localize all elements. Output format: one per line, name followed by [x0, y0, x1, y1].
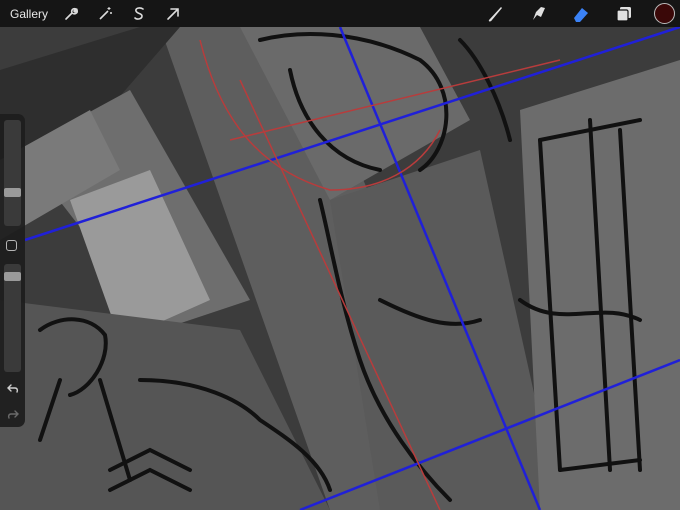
- left-sidebar: [0, 114, 25, 427]
- right-toolbar-group: [482, 0, 680, 27]
- top-toolbar: Gallery: [0, 0, 680, 27]
- smudge-icon[interactable]: [525, 3, 551, 25]
- modify-button[interactable]: [6, 240, 17, 251]
- adjustments-wand-icon[interactable]: [94, 3, 116, 25]
- opacity-slider[interactable]: [4, 264, 21, 372]
- actions-wrench-icon[interactable]: [60, 3, 82, 25]
- brush-size-slider[interactable]: [4, 120, 21, 226]
- undo-icon[interactable]: [4, 380, 21, 397]
- color-swatch[interactable]: [654, 3, 675, 24]
- redo-icon[interactable]: [4, 406, 21, 423]
- opacity-thumb[interactable]: [4, 272, 21, 281]
- brush-size-thumb[interactable]: [4, 188, 21, 197]
- left-toolbar-group: Gallery: [0, 3, 196, 25]
- brush-icon[interactable]: [482, 3, 508, 25]
- gallery-button[interactable]: Gallery: [10, 7, 48, 21]
- transform-arrow-icon[interactable]: [162, 3, 184, 25]
- eraser-icon[interactable]: [568, 3, 594, 25]
- layers-icon[interactable]: [611, 3, 637, 25]
- selection-s-icon[interactable]: [128, 3, 150, 25]
- drawing-canvas[interactable]: [0, 0, 680, 510]
